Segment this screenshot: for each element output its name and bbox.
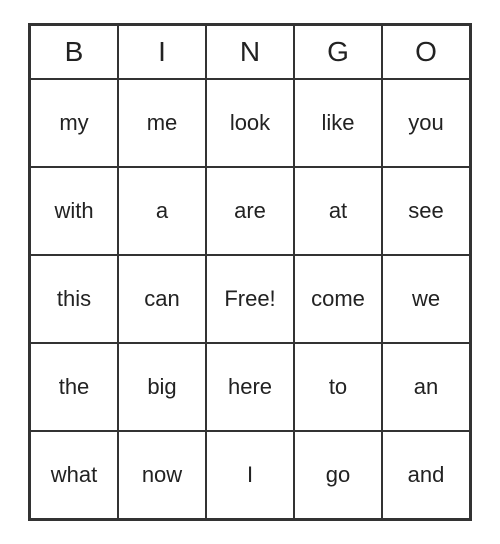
cell-r3-c0[interactable]: the [30, 343, 118, 431]
cell-r3-c1[interactable]: big [118, 343, 206, 431]
header-letter: I [118, 25, 206, 79]
cell-r1-c3[interactable]: at [294, 167, 382, 255]
cell-r3-c4[interactable]: an [382, 343, 470, 431]
cell-r2-c4[interactable]: we [382, 255, 470, 343]
cell-r2-c0[interactable]: this [30, 255, 118, 343]
header-letter: N [206, 25, 294, 79]
cell-r4-c1[interactable]: now [118, 431, 206, 519]
header-letter: O [382, 25, 470, 79]
cell-r4-c2[interactable]: I [206, 431, 294, 519]
cell-r2-c3[interactable]: come [294, 255, 382, 343]
cell-r3-c3[interactable]: to [294, 343, 382, 431]
cell-r1-c2[interactable]: are [206, 167, 294, 255]
cell-r1-c1[interactable]: a [118, 167, 206, 255]
bingo-header: BINGO [30, 25, 470, 79]
bingo-card: BINGO mymelooklikeyouwithaareatseethisca… [28, 23, 472, 521]
bingo-grid: mymelooklikeyou withaareatsee thiscanFree!… [30, 79, 470, 519]
header-letter: B [30, 25, 118, 79]
cell-r1-c4[interactable]: see [382, 167, 470, 255]
cell-r4-c4[interactable]: and [382, 431, 470, 519]
cell-r0-c1[interactable]: me [118, 79, 206, 167]
cell-r4-c0[interactable]: what [30, 431, 118, 519]
cell-r0-c3[interactable]: like [294, 79, 382, 167]
cell-r3-c2[interactable]: here [206, 343, 294, 431]
cell-r0-c4[interactable]: you [382, 79, 470, 167]
cell-r1-c0[interactable]: with [30, 167, 118, 255]
cell-r2-c1[interactable]: can [118, 255, 206, 343]
header-letter: G [294, 25, 382, 79]
cell-r4-c3[interactable]: go [294, 431, 382, 519]
cell-r0-c2[interactable]: look [206, 79, 294, 167]
cell-r0-c0[interactable]: my [30, 79, 118, 167]
cell-r2-c2[interactable]: Free! [206, 255, 294, 343]
